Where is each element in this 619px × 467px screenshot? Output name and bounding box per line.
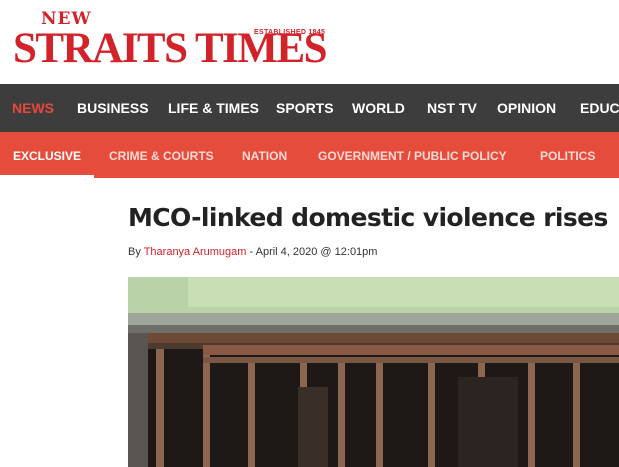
subnav-item-exclusive[interactable]: EXCLUSIVE [13,132,81,178]
article-photo[interactable] [128,277,619,467]
site-logo[interactable]: NEW ESTABLISHED 1845 STRAITS TIMES [13,8,343,74]
masthead: NEW ESTABLISHED 1845 STRAITS TIMES [0,0,619,84]
nav-item-nst-tv[interactable]: NST TV [427,84,477,132]
article-byline: By Tharanya Arumugam - April 4, 2020 @ 1… [128,246,377,258]
subnav-item-government-public-policy[interactable]: GOVERNMENT / PUBLIC POLICY [318,132,507,178]
nav-item-sports[interactable]: SPORTS [276,84,334,132]
article-headline: MCO-linked domestic violence rises [128,203,608,232]
window-grille-photo-icon [128,277,619,467]
secondary-nav: EXCLUSIVE CRIME & COURTS NATION GOVERNME… [0,132,619,178]
subnav-item-politics[interactable]: POLITICS [540,132,595,178]
subnav-item-crime-courts[interactable]: CRIME & COURTS [109,132,214,178]
nav-item-news[interactable]: NEWS [12,84,54,132]
nav-item-world[interactable]: WORLD [352,84,405,132]
byline-prefix: By [128,246,141,258]
subnav-item-nation[interactable]: NATION [242,132,287,178]
nav-item-opinion[interactable]: OPINION [497,84,556,132]
active-tab-indicator [0,175,94,178]
primary-nav: NEWS BUSINESS LIFE & TIMES SPORTS WORLD … [0,84,619,132]
logo-main-text: STRAITS TIMES [13,25,328,72]
author-link[interactable]: Tharanya Arumugam [144,246,247,258]
nav-item-education[interactable]: EDUC [580,84,619,132]
nav-item-business[interactable]: BUSINESS [77,84,149,132]
byline-separator: - [249,246,254,258]
publish-date: April 4, 2020 @ 12:01pm [255,246,378,258]
nav-item-life-times[interactable]: LIFE & TIMES [168,84,259,132]
